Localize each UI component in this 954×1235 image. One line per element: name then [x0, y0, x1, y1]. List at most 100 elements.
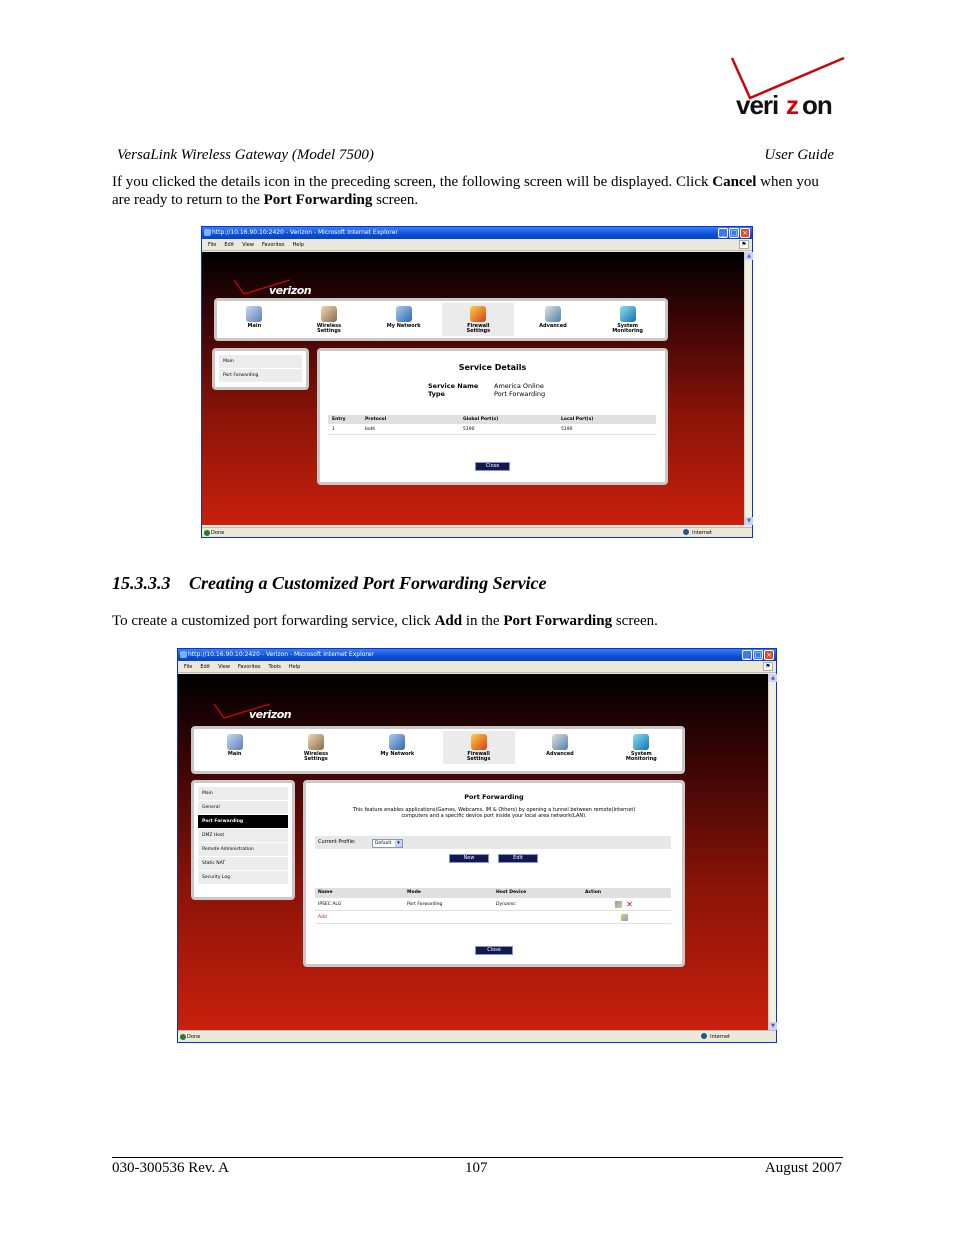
table-row: 1 both 5190 5190 [328, 424, 656, 435]
section-paragraph: To create a customized port forwarding s… [112, 613, 658, 629]
nav-main[interactable]: Main [218, 303, 290, 336]
nav-firewall-settings[interactable]: Firewall Settings [442, 303, 515, 336]
nav-my-network[interactable]: My Network [368, 303, 440, 336]
page-viewport: ▲ ▼ verizon Main Wireless Settings My Net… [202, 252, 753, 525]
nav-my-network[interactable]: My Network [361, 731, 433, 764]
status-bar: Done Internet [202, 527, 752, 537]
document-header: VersaLink Wireless Gateway (Model 7500) … [117, 147, 834, 164]
sidebar-item-port-forwarding[interactable]: Port Forwarding [198, 815, 288, 829]
nav-wireless-settings[interactable]: Wireless Settings [280, 731, 352, 764]
security-zone: Internet [701, 1031, 730, 1043]
nav-system-monitoring[interactable]: System Monitoring [605, 731, 677, 764]
wireless-icon [307, 734, 324, 750]
feature-description: This feature enables applications(Games,… [352, 807, 636, 819]
main-nav: Main Wireless Settings My Network Firewal… [214, 298, 668, 341]
menu-help[interactable]: Help [289, 661, 300, 672]
title-bar: http://10.16.90.10:2420 - Verizon - Micr… [178, 649, 776, 661]
menu-view[interactable]: View [218, 661, 230, 672]
nav-firewall-settings[interactable]: Firewall Settings [442, 731, 515, 764]
port-forwarding-text: Port Forwarding [263, 192, 373, 208]
nav-system-monitoring[interactable]: System Monitoring [592, 303, 664, 336]
table-row-add: Add [315, 911, 671, 924]
close-button[interactable]: Close [475, 462, 510, 471]
svg-text:veri: veri [736, 90, 778, 120]
menu-file[interactable]: File [184, 661, 192, 672]
sidebar: Main Port Forwarding [212, 348, 309, 390]
add-service-icon[interactable] [621, 914, 628, 921]
wireless-icon [320, 306, 337, 322]
vertical-scrollbar[interactable]: ▲ ▼ [768, 674, 777, 1030]
sidebar-item-static-nat[interactable]: Static NAT [198, 857, 288, 871]
profile-select[interactable]: Default ▾ [372, 839, 403, 848]
vertical-scrollbar[interactable]: ▲ ▼ [744, 252, 753, 525]
status-bar: Done Internet [178, 1030, 776, 1042]
menu-tools[interactable]: Tools [269, 661, 281, 672]
sidebar-item-main[interactable]: Main [198, 787, 288, 801]
profile-bar: Current Profile: [315, 836, 671, 849]
sidebar-item-main[interactable]: Main [219, 355, 302, 369]
menu-edit[interactable]: Edit [200, 661, 210, 672]
maximize-button[interactable]: □ [753, 650, 763, 660]
page-number: 107 [465, 1160, 488, 1176]
menu-view[interactable]: View [242, 239, 254, 250]
section-heading: 15.3.3.3 Creating a Customized Port Forwa… [112, 573, 547, 594]
network-icon [389, 734, 406, 750]
ie-icon [204, 229, 211, 236]
monitor-icon [619, 306, 636, 322]
sidebar-item-general[interactable]: General [198, 801, 288, 815]
edit-button[interactable]: Edit [498, 854, 538, 863]
sidebar-item-remote-administration[interactable]: Remote Administration [198, 843, 288, 857]
nav-advanced[interactable]: Advanced [517, 303, 589, 336]
browser-window-2: http://10.16.90.10:2420 - Verizon - Micr… [177, 648, 777, 1043]
app-verizon-logo: verizon [232, 278, 322, 300]
menu-help[interactable]: Help [293, 239, 304, 250]
title-bar: http://10.16.90.10:2420 - Verizon - Micr… [202, 227, 752, 239]
minimize-button[interactable]: _ [718, 228, 728, 238]
chevron-down-icon: ▾ [395, 840, 402, 847]
menu-file[interactable]: File [208, 239, 216, 250]
doc-type: User Guide [764, 147, 834, 163]
advanced-icon [544, 306, 561, 322]
service-name-value: America Online [494, 382, 544, 390]
minimize-button[interactable]: _ [742, 650, 752, 660]
windows-flag-icon: ⚑ [739, 240, 749, 249]
table-header: Name Mode Host Device Action [315, 888, 671, 898]
scroll-down-icon[interactable]: ▼ [745, 517, 753, 525]
port-forwarding-panel: Port Forwarding This feature enables app… [303, 780, 685, 967]
scroll-down-icon[interactable]: ▼ [769, 1022, 777, 1030]
maximize-button[interactable]: □ [729, 228, 739, 238]
close-button[interactable]: Close [475, 946, 513, 955]
delete-service-icon[interactable]: ✕ [626, 901, 633, 909]
main-nav: Main Wireless Settings My Network Firewal… [191, 726, 685, 774]
edit-service-icon[interactable] [615, 901, 622, 908]
port-forwarding-text-2: Port Forwarding [503, 613, 613, 629]
new-button[interactable]: New [449, 854, 489, 863]
service-info: Service Name America Online Type Port Forw… [428, 382, 546, 398]
footer-rule [112, 1157, 843, 1158]
nav-advanced[interactable]: Advanced [524, 731, 596, 764]
close-window-button[interactable]: × [740, 228, 750, 238]
firewall-icon [470, 734, 487, 750]
doc-title: VersaLink Wireless Gateway (Model 7500) [117, 147, 374, 163]
add-text: Add [434, 613, 463, 629]
current-profile-label: Current Profile: [318, 839, 356, 845]
footer-revision: 030-300536 Rev. A [112, 1160, 229, 1176]
nav-main[interactable]: Main [199, 731, 271, 764]
sidebar-item-port-forwarding[interactable]: Port Forwarding [219, 369, 302, 383]
menu-bar: File Edit View Favorites Help ⚑ [202, 239, 752, 251]
scroll-up-icon[interactable]: ▲ [745, 252, 753, 260]
sidebar-item-dmz-host[interactable]: DMZ Host [198, 829, 288, 843]
app-verizon-logo: verizon [212, 702, 302, 724]
menu-edit[interactable]: Edit [224, 239, 234, 250]
menu-bar: File Edit View Favorites Tools Help ⚑ [178, 661, 776, 673]
sidebar-item-security-log[interactable]: Security Log [198, 871, 288, 885]
scroll-up-icon[interactable]: ▲ [769, 674, 777, 682]
sidebar: Main General Port Forwarding DMZ Host Re… [191, 780, 295, 900]
menu-favorites[interactable]: Favorites [262, 239, 285, 250]
internet-zone-icon [701, 1033, 708, 1039]
close-window-button[interactable]: × [764, 650, 774, 660]
nav-wireless-settings[interactable]: Wireless Settings [293, 303, 365, 336]
add-link[interactable]: Add [318, 911, 327, 924]
main-icon [246, 306, 263, 322]
menu-favorites[interactable]: Favorites [238, 661, 261, 672]
